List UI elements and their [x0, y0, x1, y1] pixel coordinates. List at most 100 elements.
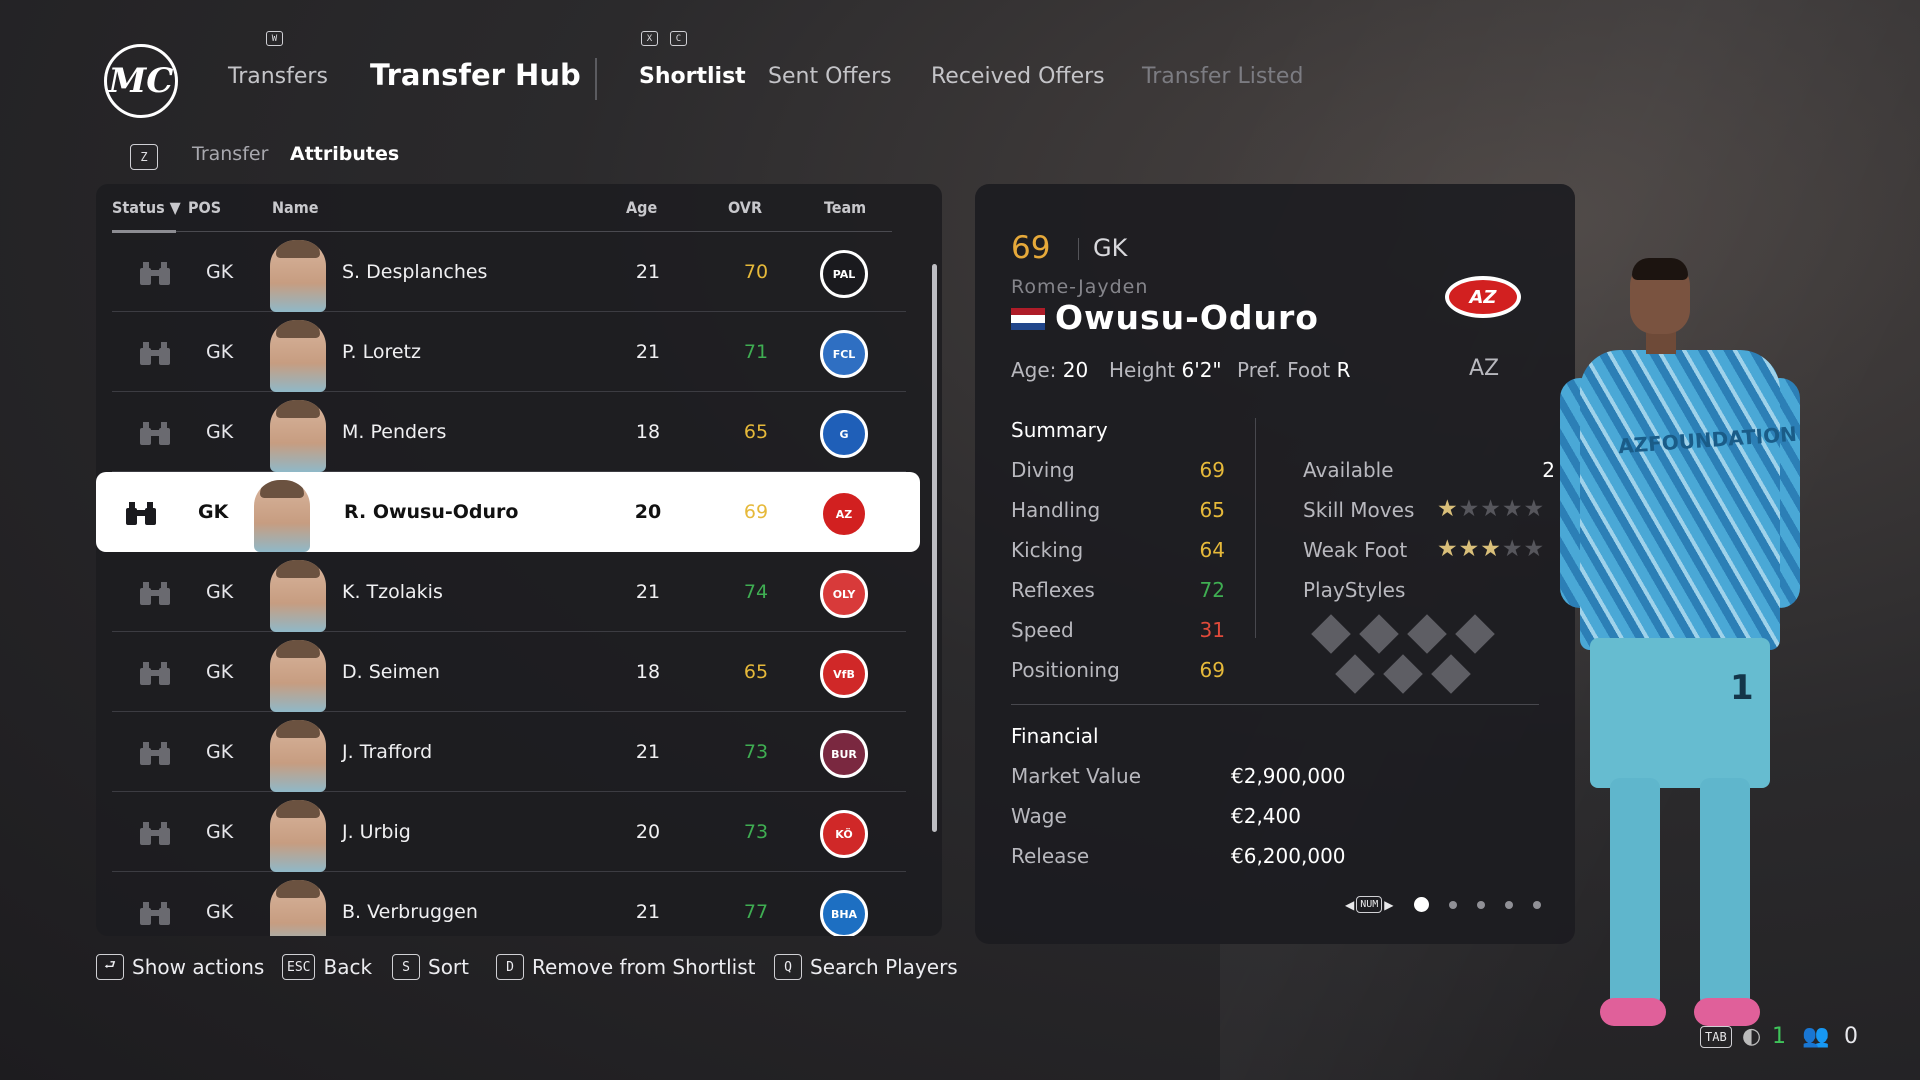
key-hint-c: C [670, 31, 687, 46]
list-scrollbar[interactable] [932, 264, 937, 832]
shorts-number: 1 [1730, 668, 1754, 708]
player-row[interactable]: GK M. Penders 18 65 G [112, 392, 906, 472]
detail-first-name: Rome-Jayden [1011, 276, 1149, 298]
star-icon: ★ [1458, 496, 1481, 522]
header-ovr[interactable]: OVR [728, 198, 762, 217]
tab-shortlist[interactable]: Shortlist [639, 64, 746, 89]
star-icon: ★ [1458, 536, 1481, 562]
detail-height: Height 6'2" [1109, 358, 1222, 382]
header-status[interactable]: Status ▼ [112, 198, 181, 217]
status-count-b: 0 [1844, 1024, 1858, 1049]
row-age: 21 [635, 581, 661, 603]
subtab-attributes[interactable]: Attributes [290, 143, 399, 165]
row-ovr: 71 [743, 341, 769, 363]
age-value: 20 [1062, 358, 1089, 382]
height-label: Height [1109, 358, 1176, 382]
player-row[interactable]: GK J. Trafford 21 73 BUR [112, 712, 906, 792]
hint-label: Sort [428, 955, 469, 979]
team-crest-icon: PAL [820, 250, 868, 298]
pager-control[interactable]: ◀ NUM ▶ [1345, 896, 1394, 913]
binoculars-icon [138, 580, 172, 606]
page-dot[interactable] [1476, 900, 1485, 909]
row-name: S. Desplanches [342, 261, 488, 283]
team-crest-icon: VfB [820, 650, 868, 698]
page-dot[interactable] [1532, 900, 1541, 909]
weak-foot-label: Weak Foot [1303, 538, 1408, 562]
row-ovr: 65 [743, 661, 769, 683]
attribute-value: 31 [1199, 618, 1225, 642]
player-leg [1700, 778, 1750, 1008]
player-row[interactable]: GK J. Urbig 20 73 KÖ [112, 792, 906, 872]
header-pos[interactable]: POS [188, 198, 221, 217]
player-row[interactable]: GK D. Seimen 18 65 VfB [112, 632, 906, 712]
attribute-label: Reflexes [1011, 578, 1095, 602]
tab-received-offers[interactable]: Received Offers [931, 64, 1105, 89]
playstyle-slot-icon [1311, 614, 1351, 654]
player-face-avatar [270, 320, 326, 392]
binoculars-icon [138, 660, 172, 686]
player-row[interactable]: GK R. Owusu-Oduro 20 69 AZ [96, 472, 920, 552]
shortlist-panel: Status ▼ POS Name Age OVR Team GK S. Des… [96, 184, 942, 936]
skill-moves-stars: ★★★★★ [1437, 496, 1545, 522]
playstyle-slot-icon [1383, 654, 1423, 694]
header-age[interactable]: Age [626, 198, 657, 217]
star-icon: ★ [1523, 496, 1546, 522]
key-hint-x: X [641, 31, 658, 46]
nav-transfers[interactable]: Transfers [228, 64, 328, 89]
wage-value: €2,400 [1231, 804, 1301, 828]
hint-sort[interactable]: S Sort [392, 954, 469, 980]
hint-remove-from-shortlist[interactable]: D Remove from Shortlist [496, 954, 755, 980]
foot-label: Pref. Foot [1237, 358, 1331, 382]
star-icon: ★ [1523, 536, 1546, 562]
detail-pager[interactable]: ◀ NUM ▶ [1345, 896, 1541, 913]
team-crest-icon: BUR [820, 730, 868, 778]
star-icon: ★ [1480, 536, 1502, 562]
row-ovr: 73 [743, 821, 769, 843]
binoculars-icon [138, 900, 172, 926]
release-label: Release [1011, 844, 1090, 868]
skill-moves-label: Skill Moves [1303, 498, 1415, 522]
s-key-icon: S [392, 954, 420, 980]
row-pos: GK [206, 741, 234, 763]
tab-sent-offers[interactable]: Sent Offers [768, 64, 892, 89]
page-dot[interactable] [1504, 900, 1513, 909]
player-face-avatar [270, 640, 326, 712]
height-value: 6'2" [1181, 358, 1222, 382]
hint-search-players[interactable]: Q Search Players [774, 954, 958, 980]
flag-stripe [1011, 308, 1045, 316]
detail-team: AZ [1469, 356, 1500, 381]
foot-value: R [1336, 358, 1351, 382]
page-dot[interactable] [1413, 897, 1429, 912]
tab-transfer-listed[interactable]: Transfer Listed [1142, 64, 1303, 89]
binoculars-icon [124, 500, 158, 526]
list-header: Status ▼ POS Name Age OVR Team [112, 184, 892, 233]
attribute-label: Kicking [1011, 538, 1084, 562]
hint-label: Search Players [810, 955, 958, 979]
financial-title: Financial [1011, 724, 1099, 748]
header-name[interactable]: Name [272, 198, 319, 217]
playstyle-slot-icon [1359, 614, 1399, 654]
subtab-transfer[interactable]: Transfer [192, 143, 268, 165]
wage-label: Wage [1011, 804, 1067, 828]
row-name: P. Loretz [342, 341, 421, 363]
player-row[interactable]: GK K. Tzolakis 21 74 OLY [112, 552, 906, 632]
esc-key-icon: ESC [282, 954, 316, 980]
player-row[interactable]: GK B. Verbruggen 21 77 BHA [112, 872, 906, 936]
row-pos: GK [206, 581, 234, 603]
team-crest-icon: G [820, 410, 868, 458]
player-shorts [1590, 638, 1770, 788]
player-model: AZFOUNDATION 1 [1560, 258, 1810, 1058]
header-team[interactable]: Team [824, 198, 866, 217]
hint-show-actions[interactable]: ⮐ Show actions [96, 954, 264, 980]
player-head [1630, 258, 1690, 334]
row-name: K. Tzolakis [342, 581, 443, 603]
attribute-value: 65 [1199, 498, 1225, 522]
hint-back[interactable]: ESC Back [282, 954, 372, 980]
summary-divider [1255, 418, 1256, 638]
player-boot [1694, 998, 1760, 1026]
attribute-label: Speed [1011, 618, 1074, 642]
page-dot[interactable] [1448, 900, 1457, 909]
users-icon: 👥 [1802, 1024, 1830, 1049]
player-row[interactable]: GK S. Desplanches 21 70 PAL [112, 232, 906, 312]
player-row[interactable]: GK P. Loretz 21 71 FCL [112, 312, 906, 392]
